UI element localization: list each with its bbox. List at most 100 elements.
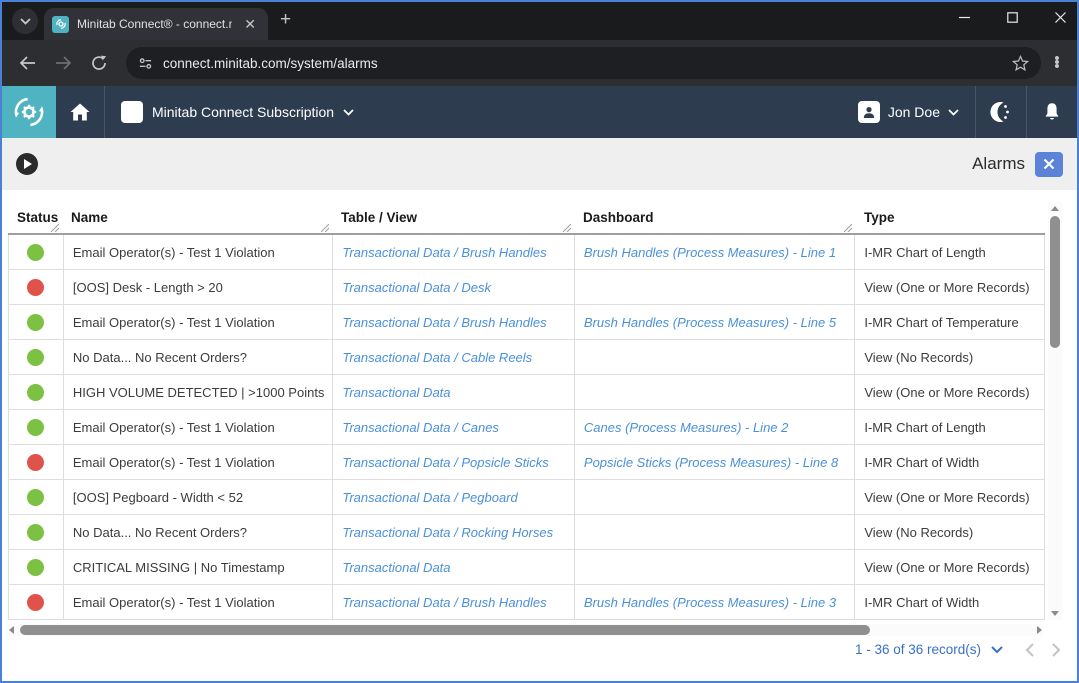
dashboard-link[interactable] xyxy=(574,375,854,409)
column-header-label: Table / View xyxy=(341,210,417,225)
scroll-right-arrow[interactable] xyxy=(1037,626,1042,634)
alarm-name-cell: No Data... No Recent Orders? xyxy=(63,515,332,549)
column-resize-handle[interactable] xyxy=(321,224,329,232)
column-header-dashboard[interactable]: Dashboard xyxy=(574,202,855,233)
table-view-link[interactable]: Transactional Data / Cable Reels xyxy=(332,340,574,374)
status-indicator xyxy=(27,349,44,366)
url-text[interactable]: connect.minitab.com/system/alarms xyxy=(163,56,1002,71)
table-row[interactable]: No Data... No Recent Orders? Transaction… xyxy=(9,340,1044,375)
scroll-up-arrow[interactable] xyxy=(1051,206,1059,211)
column-header-name[interactable]: Name xyxy=(62,202,332,233)
close-panel-button[interactable] xyxy=(1035,152,1063,177)
chevron-left-icon xyxy=(1025,643,1034,657)
dashboard-link[interactable] xyxy=(574,480,854,514)
column-resize-handle[interactable] xyxy=(844,224,852,232)
table-row[interactable]: Email Operator(s) - Test 1 Violation Tra… xyxy=(9,235,1044,270)
table-row[interactable]: Email Operator(s) - Test 1 Violation Tra… xyxy=(9,585,1044,620)
records-count-label: 1 - 36 of 36 record(s) xyxy=(855,642,981,657)
minitab-connect-favicon xyxy=(52,16,69,33)
dashboard-link[interactable] xyxy=(574,515,854,549)
subscription-label: Minitab Connect Subscription xyxy=(152,104,334,120)
alarm-name-cell: Email Operator(s) - Test 1 Violation xyxy=(63,585,332,619)
column-resize-handle[interactable] xyxy=(51,224,59,232)
next-page-button[interactable] xyxy=(1052,643,1061,657)
table-row[interactable]: [OOS] Desk - Length > 20 Transactional D… xyxy=(9,270,1044,305)
column-header-type[interactable]: Type xyxy=(855,202,1045,233)
table-view-link[interactable]: Transactional Data / Brush Handles xyxy=(332,585,574,619)
address-bar[interactable]: connect.minitab.com/system/alarms xyxy=(126,47,1041,79)
alarm-type-cell: I-MR Chart of Width xyxy=(854,445,1044,479)
home-button[interactable] xyxy=(56,86,104,138)
alarm-name-cell: Email Operator(s) - Test 1 Violation xyxy=(63,410,332,444)
horizontal-scrollbar-thumb[interactable] xyxy=(20,625,870,635)
user-menu[interactable]: Jon Doe xyxy=(842,86,975,138)
table-view-link[interactable]: Transactional Data / Pegboard xyxy=(332,480,574,514)
column-header-label: Name xyxy=(71,210,108,225)
status-cell xyxy=(9,375,63,409)
table-view-link[interactable]: Transactional Data xyxy=(332,550,574,584)
browser-window: Minitab Connect® - connect.mi ✕ + connec… xyxy=(0,0,1079,683)
column-resize-handle[interactable] xyxy=(563,224,571,232)
app-header: C Minitab Connect Subscription Jon Doe xyxy=(2,86,1077,138)
table-row[interactable]: Email Operator(s) - Test 1 Violation Tra… xyxy=(9,445,1044,480)
table-view-link[interactable]: Transactional Data / Rocking Horses xyxy=(332,515,574,549)
minimize-button[interactable] xyxy=(953,6,975,28)
alarm-type-cell: View (One or More Records) xyxy=(854,375,1044,409)
dashboard-link[interactable]: Brush Handles (Process Measures) - Line … xyxy=(574,585,854,619)
reload-button[interactable] xyxy=(84,48,114,78)
scroll-left-arrow[interactable] xyxy=(9,626,14,634)
chevron-down-icon xyxy=(991,646,1003,654)
horizontal-scrollbar[interactable] xyxy=(8,624,1043,636)
back-button[interactable] xyxy=(12,48,42,78)
dashboard-link[interactable]: Brush Handles (Process Measures) - Line … xyxy=(574,305,854,339)
scroll-down-arrow[interactable] xyxy=(1051,611,1059,616)
table-row[interactable]: HIGH VOLUME DETECTED | >1000 Points Tran… xyxy=(9,375,1044,410)
dashboard-link[interactable] xyxy=(574,340,854,374)
table-row[interactable]: No Data... No Recent Orders? Transaction… xyxy=(9,515,1044,550)
dashboard-link[interactable]: Popsicle Sticks (Process Measures) - Lin… xyxy=(574,445,854,479)
vertical-scrollbar[interactable] xyxy=(1048,202,1062,620)
table-view-link[interactable]: Transactional Data xyxy=(332,375,574,409)
table-row[interactable]: [OOS] Pegboard - Width < 52 Transactiona… xyxy=(9,480,1044,515)
column-header-status[interactable]: Status xyxy=(8,202,62,233)
column-header-table-view[interactable]: Table / View xyxy=(332,202,574,233)
browser-menu-icon[interactable]: ••• xyxy=(1047,57,1067,69)
table-row[interactable]: Email Operator(s) - Test 1 Violation Tra… xyxy=(9,305,1044,340)
table-view-link[interactable]: Transactional Data / Canes xyxy=(332,410,574,444)
dashboard-link[interactable]: Brush Handles (Process Measures) - Line … xyxy=(574,235,854,269)
browser-tab-strip: Minitab Connect® - connect.mi ✕ + xyxy=(2,2,1077,40)
minitab-connect-logo[interactable] xyxy=(2,86,56,138)
close-window-button[interactable] xyxy=(1049,6,1071,28)
dashboard-link[interactable] xyxy=(574,270,854,304)
table-view-link[interactable]: Transactional Data / Popsicle Sticks xyxy=(332,445,574,479)
maximize-button[interactable] xyxy=(1001,6,1023,28)
page-title: Alarms xyxy=(972,154,1025,174)
table-row[interactable]: CRITICAL MISSING | No Timestamp Transact… xyxy=(9,550,1044,585)
previous-page-button[interactable] xyxy=(1025,643,1034,657)
table-view-link[interactable]: Transactional Data / Desk xyxy=(332,270,574,304)
table-view-link[interactable]: Transactional Data / Brush Handles xyxy=(332,235,574,269)
browser-tab[interactable]: Minitab Connect® - connect.mi ✕ xyxy=(44,8,268,40)
dashboard-link[interactable]: Canes (Process Measures) - Line 2 xyxy=(574,410,854,444)
table-row[interactable]: Email Operator(s) - Test 1 Violation Tra… xyxy=(9,410,1044,445)
night-mode-button[interactable] xyxy=(976,86,1026,138)
tab-search-button[interactable] xyxy=(12,8,38,34)
status-cell xyxy=(9,410,63,444)
expand-panel-button[interactable] xyxy=(16,153,38,175)
notifications-button[interactable] xyxy=(1027,86,1077,138)
tab-title: Minitab Connect® - connect.mi xyxy=(77,17,232,31)
tab-close-icon[interactable]: ✕ xyxy=(240,15,260,33)
site-settings-icon[interactable] xyxy=(138,56,153,71)
play-icon xyxy=(23,159,32,169)
subscription-selector[interactable]: C Minitab Connect Subscription xyxy=(105,86,370,138)
status-indicator xyxy=(27,454,44,471)
alarms-table: Status Name Table / View Dashboard Type xyxy=(8,202,1045,620)
dashboard-link[interactable] xyxy=(574,550,854,584)
vertical-scrollbar-thumb[interactable] xyxy=(1050,216,1060,348)
bell-icon xyxy=(1041,101,1063,123)
forward-button[interactable] xyxy=(48,48,78,78)
records-dropdown[interactable]: 1 - 36 of 36 record(s) xyxy=(855,642,1003,657)
table-view-link[interactable]: Transactional Data / Brush Handles xyxy=(332,305,574,339)
new-tab-button[interactable]: + xyxy=(280,9,291,31)
bookmark-star-icon[interactable] xyxy=(1012,55,1029,72)
